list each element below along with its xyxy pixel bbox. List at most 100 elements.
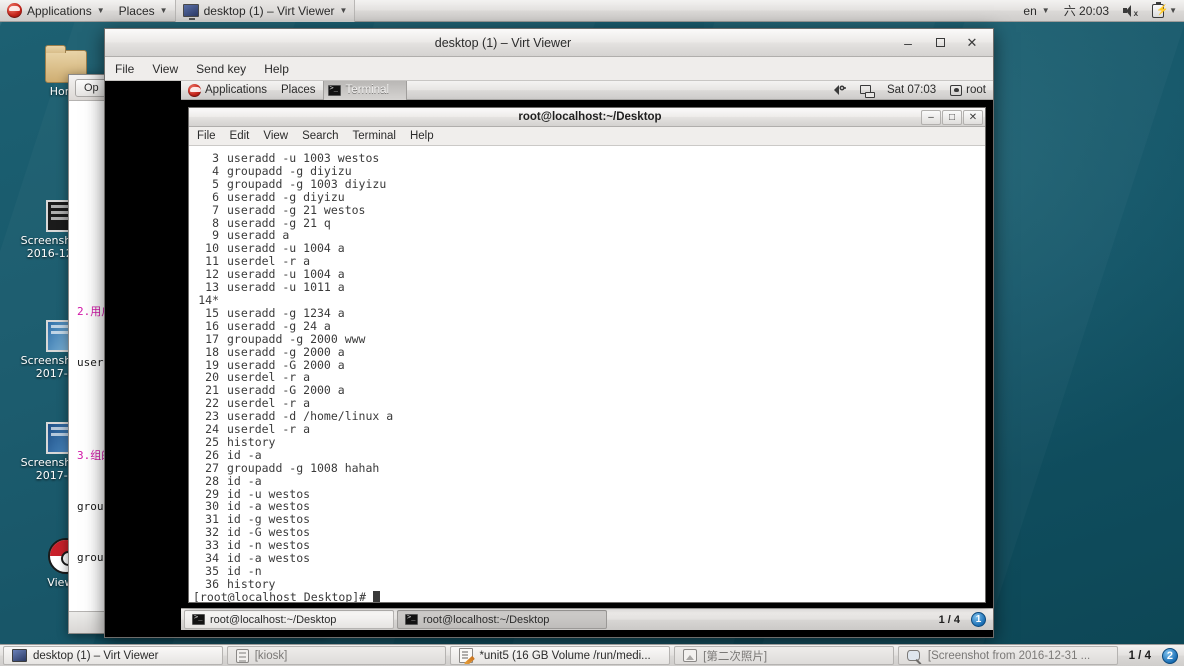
terminal-history-line: 13 useradd -u 1011 a	[189, 281, 985, 294]
terminal-history-number: 15	[205, 305, 219, 320]
close-button[interactable]: ✕	[963, 109, 983, 125]
guest-task-label: root@localhost:~/Desktop	[423, 613, 550, 626]
maximize-button[interactable]: □	[942, 109, 962, 125]
guest-desktop[interactable]: Applications Places Terminal Sat 07:03	[181, 80, 993, 630]
host-window-menu[interactable]: desktop (1) – Virt Viewer ▼	[174, 0, 356, 22]
gedit-icon	[459, 648, 474, 663]
menu-help[interactable]: Help	[410, 130, 434, 142]
terminal-history-number: 6	[212, 189, 219, 204]
terminal-history-command: useradd -d /home/linux a	[227, 409, 394, 424]
terminal-icon	[405, 613, 418, 625]
terminal-menubar: File Edit View Search Terminal Help	[189, 127, 985, 146]
terminal-history-command: useradd -G 2000 a	[227, 357, 345, 372]
virt-viewer-window[interactable]: desktop (1) – Virt Viewer – ✕ File View …	[104, 28, 994, 638]
guest-clock[interactable]: Sat 07:03	[880, 81, 943, 100]
editor-open-button[interactable]: Op	[75, 78, 108, 97]
terminal-history-command: id -G westos	[227, 525, 311, 540]
minimize-button[interactable]: –	[901, 36, 915, 50]
terminal-history-command: useradd -u 1004 a	[227, 241, 345, 256]
host-task-screenshot[interactable]: [Screenshot from 2016-12-31 ...	[897, 646, 1118, 665]
terminal-history-command: id -u westos	[227, 486, 311, 501]
guest-workspace[interactable]: root@localhost:~/Desktop – □ ✕ File Edit…	[181, 100, 993, 608]
terminal-history-number: 7	[212, 202, 219, 217]
guest-applications-menu[interactable]: Applications	[181, 81, 274, 100]
guest-workspace-badge[interactable]: 1	[971, 612, 986, 627]
host-task-kiosk[interactable]: [kiosk]	[226, 646, 447, 665]
terminal-window[interactable]: root@localhost:~/Desktop – □ ✕ File Edit…	[188, 107, 986, 603]
terminal-history-command: userdel -r a	[227, 254, 311, 269]
host-clock[interactable]: 六 20:03	[1057, 0, 1116, 22]
guest-network-indicator[interactable]	[853, 81, 880, 100]
terminal-titlebar[interactable]: root@localhost:~/Desktop – □ ✕	[189, 108, 985, 127]
virt-viewer-window-buttons: – ✕	[901, 36, 993, 50]
close-button[interactable]: ✕	[965, 36, 979, 50]
terminal-history-command: useradd -u 1011 a	[227, 280, 345, 295]
menu-help[interactable]: Help	[264, 62, 289, 76]
terminal-history-command: useradd -u 1004 a	[227, 267, 345, 282]
virt-viewer-titlebar[interactable]: desktop (1) – Virt Viewer – ✕	[105, 29, 993, 57]
guest-volume-indicator[interactable]	[826, 81, 853, 100]
battery-indicator[interactable]: ⚡ ▼	[1145, 0, 1184, 22]
menu-send-key[interactable]: Send key	[196, 62, 246, 76]
chevron-down-icon: ▼	[339, 5, 348, 15]
keyboard-layout-indicator[interactable]: en ▼	[1016, 0, 1056, 22]
chevron-down-icon: ▼	[1041, 5, 1050, 15]
guest-task-item[interactable]: root@localhost:~/Desktop	[184, 610, 394, 629]
terminal-history-command: useradd -g 21 q	[227, 215, 331, 230]
terminal-history-line: 27 groupadd -g 1008 hahah	[189, 461, 985, 475]
minimize-button[interactable]: –	[921, 109, 941, 125]
menu-edit[interactable]: Edit	[230, 130, 250, 142]
network-icon	[859, 84, 875, 98]
guest-user-label: root	[966, 84, 986, 96]
terminal-history-command: id -a westos	[227, 551, 311, 566]
guest-places-menu[interactable]: Places	[274, 81, 323, 100]
terminal-history-number: 5	[212, 176, 219, 191]
menu-view[interactable]: View	[263, 130, 288, 142]
terminal-history-number: 26	[205, 447, 219, 462]
terminal-history-line: 25 history	[189, 435, 985, 449]
terminal-prompt: [root@localhost Desktop]#	[193, 589, 374, 602]
terminal-history-number: 24	[205, 422, 219, 437]
keyboard-layout-label: en	[1023, 3, 1037, 18]
guest-window-task-terminal[interactable]: Terminal	[322, 80, 407, 100]
user-icon	[950, 84, 963, 96]
guest-display-area[interactable]: Applications Places Terminal Sat 07:03	[105, 80, 993, 637]
host-applications-label: Applications	[27, 3, 92, 18]
host-task-image-viewer[interactable]: [第二次照片]	[674, 646, 894, 665]
battery-icon: ⚡	[1152, 1, 1169, 18]
maximize-icon	[935, 38, 945, 47]
menu-file[interactable]: File	[115, 62, 134, 76]
menu-search[interactable]: Search	[302, 130, 338, 142]
guest-top-panel: Applications Places Terminal Sat 07:03	[181, 80, 993, 100]
chevron-down-icon: ▼	[1169, 5, 1177, 15]
terminal-history-number: 16	[205, 318, 219, 333]
guest-task-item[interactable]: root@localhost:~/Desktop	[397, 610, 607, 629]
terminal-icon	[192, 613, 205, 625]
host-workspace-badge[interactable]: 2	[1161, 647, 1178, 664]
host-applications-menu[interactable]: Applications ▼	[0, 0, 112, 22]
menu-terminal[interactable]: Terminal	[353, 130, 396, 142]
host-places-menu[interactable]: Places ▼	[112, 0, 175, 22]
maximize-button[interactable]	[933, 36, 947, 50]
virt-viewer-icon	[12, 649, 27, 662]
terminal-history-command: useradd -u 1003 westos	[227, 151, 380, 165]
terminal-history-command: useradd -G 2000 a	[227, 383, 345, 398]
host-task-virt-viewer[interactable]: desktop (1) – Virt Viewer	[3, 646, 223, 665]
chevron-down-icon: ▼	[159, 5, 168, 15]
host-workspace-count: 1 / 4	[1128, 649, 1151, 662]
host-window-label: desktop (1) – Virt Viewer	[203, 3, 335, 18]
guest-user-menu[interactable]: root	[943, 81, 993, 100]
host-taskbar: desktop (1) – Virt Viewer [kiosk] *unit5…	[0, 644, 1184, 666]
red-hat-logo-icon	[188, 83, 201, 97]
volume-indicator[interactable]: x	[1116, 0, 1145, 22]
terminal-history-command: useradd -g 24 a	[227, 318, 331, 333]
menu-view[interactable]: View	[152, 62, 178, 76]
terminal-history-command: groupadd -g diyizu	[227, 163, 352, 178]
terminal-history-command: userdel -r a	[227, 370, 311, 385]
chevron-down-icon: ▼	[96, 5, 105, 15]
terminal-cursor	[373, 590, 381, 602]
menu-file[interactable]: File	[197, 130, 216, 142]
terminal-output[interactable]: 3 useradd -u 1003 westos 4 groupadd -g diyi…	[189, 146, 985, 602]
terminal-history-number: 4	[212, 163, 219, 178]
host-task-gedit[interactable]: *unit5 (16 GB Volume /run/medi...	[450, 646, 671, 665]
